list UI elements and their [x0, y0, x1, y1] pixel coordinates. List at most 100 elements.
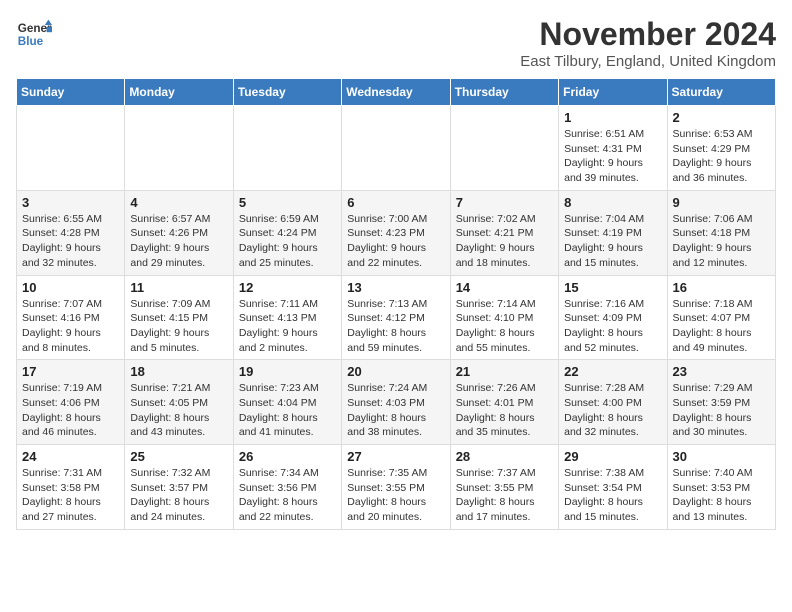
day-number: 18 [130, 364, 227, 379]
day-number: 14 [456, 280, 553, 295]
day-detail: Sunrise: 7:21 AM Sunset: 4:05 PM Dayligh… [130, 381, 227, 440]
calendar-cell: 16 Sunrise: 7:18 AM Sunset: 4:07 PM Dayli… [667, 275, 775, 360]
calendar-week-row: 10 Sunrise: 7:07 AM Sunset: 4:16 PM Dayli… [17, 275, 776, 360]
day-number: 6 [347, 195, 444, 210]
day-detail: Sunrise: 7:28 AM Sunset: 4:00 PM Dayligh… [564, 381, 661, 440]
day-number: 21 [456, 364, 553, 379]
day-number: 15 [564, 280, 661, 295]
calendar-cell [233, 106, 341, 191]
calendar-week-row: 1Sunrise: 6:51 AM Sunset: 4:31 PM Daylig… [17, 106, 776, 191]
logo-icon: General Blue [16, 16, 52, 52]
calendar-cell: 1Sunrise: 6:51 AM Sunset: 4:31 PM Daylig… [559, 106, 667, 191]
calendar-cell: 8 Sunrise: 7:04 AM Sunset: 4:19 PM Daylig… [559, 190, 667, 275]
calendar-cell [17, 106, 125, 191]
calendar-cell [125, 106, 233, 191]
day-detail: Sunrise: 6:53 AM Sunset: 4:29 PM Dayligh… [673, 127, 770, 186]
day-number: 4 [130, 195, 227, 210]
column-header-monday: Monday [125, 79, 233, 106]
day-detail: Sunrise: 7:16 AM Sunset: 4:09 PM Dayligh… [564, 297, 661, 356]
day-number: 11 [130, 280, 227, 295]
column-header-saturday: Saturday [667, 79, 775, 106]
calendar-cell: 27Sunrise: 7:35 AM Sunset: 3:55 PM Dayli… [342, 445, 450, 530]
calendar-cell: 21 Sunrise: 7:26 AM Sunset: 4:01 PM Dayli… [450, 360, 558, 445]
day-number: 25 [130, 449, 227, 464]
calendar-cell: 4 Sunrise: 6:57 AM Sunset: 4:26 PM Daylig… [125, 190, 233, 275]
day-detail: Sunrise: 7:19 AM Sunset: 4:06 PM Dayligh… [22, 381, 119, 440]
day-detail: Sunrise: 7:37 AM Sunset: 3:55 PM Dayligh… [456, 466, 553, 525]
calendar-cell: 13 Sunrise: 7:13 AM Sunset: 4:12 PM Dayli… [342, 275, 450, 360]
column-header-sunday: Sunday [17, 79, 125, 106]
day-detail: Sunrise: 7:18 AM Sunset: 4:07 PM Dayligh… [673, 297, 770, 356]
month-title: November 2024 [520, 16, 776, 53]
day-number: 29 [564, 449, 661, 464]
calendar-cell: 19 Sunrise: 7:23 AM Sunset: 4:04 PM Dayli… [233, 360, 341, 445]
page-header: General Blue November 2024 East Tilbury,… [16, 16, 776, 70]
day-detail: Sunrise: 7:00 AM Sunset: 4:23 PM Dayligh… [347, 212, 444, 271]
day-number: 12 [239, 280, 336, 295]
day-number: 10 [22, 280, 119, 295]
day-detail: Sunrise: 7:35 AM Sunset: 3:55 PM Dayligh… [347, 466, 444, 525]
calendar-cell: 22Sunrise: 7:28 AM Sunset: 4:00 PM Dayli… [559, 360, 667, 445]
logo: General Blue [16, 16, 52, 52]
calendar-cell: 23 Sunrise: 7:29 AM Sunset: 3:59 PM Dayli… [667, 360, 775, 445]
day-number: 8 [564, 195, 661, 210]
calendar-cell: 5 Sunrise: 6:59 AM Sunset: 4:24 PM Daylig… [233, 190, 341, 275]
day-detail: Sunrise: 7:09 AM Sunset: 4:15 PM Dayligh… [130, 297, 227, 356]
day-detail: Sunrise: 7:29 AM Sunset: 3:59 PM Dayligh… [673, 381, 770, 440]
calendar-cell: 30Sunrise: 7:40 AM Sunset: 3:53 PM Dayli… [667, 445, 775, 530]
day-detail: Sunrise: 7:31 AM Sunset: 3:58 PM Dayligh… [22, 466, 119, 525]
calendar-cell: 11 Sunrise: 7:09 AM Sunset: 4:15 PM Dayli… [125, 275, 233, 360]
calendar-week-row: 3 Sunrise: 6:55 AM Sunset: 4:28 PM Daylig… [17, 190, 776, 275]
day-detail: Sunrise: 7:02 AM Sunset: 4:21 PM Dayligh… [456, 212, 553, 271]
day-number: 28 [456, 449, 553, 464]
day-detail: Sunrise: 7:23 AM Sunset: 4:04 PM Dayligh… [239, 381, 336, 440]
day-detail: Sunrise: 6:55 AM Sunset: 4:28 PM Dayligh… [22, 212, 119, 271]
day-number: 13 [347, 280, 444, 295]
column-header-thursday: Thursday [450, 79, 558, 106]
calendar-cell: 26 Sunrise: 7:34 AM Sunset: 3:56 PM Dayli… [233, 445, 341, 530]
calendar-week-row: 17Sunrise: 7:19 AM Sunset: 4:06 PM Dayli… [17, 360, 776, 445]
day-number: 1 [564, 110, 661, 125]
calendar-cell [450, 106, 558, 191]
title-area: November 2024 East Tilbury, England, Uni… [520, 16, 776, 70]
svg-text:Blue: Blue [18, 35, 44, 48]
calendar-cell: 14 Sunrise: 7:14 AM Sunset: 4:10 PM Dayli… [450, 275, 558, 360]
day-detail: Sunrise: 6:59 AM Sunset: 4:24 PM Dayligh… [239, 212, 336, 271]
day-number: 24 [22, 449, 119, 464]
day-number: 16 [673, 280, 770, 295]
location-title: East Tilbury, England, United Kingdom [520, 53, 776, 70]
day-number: 23 [673, 364, 770, 379]
day-detail: Sunrise: 7:32 AM Sunset: 3:57 PM Dayligh… [130, 466, 227, 525]
day-number: 7 [456, 195, 553, 210]
calendar-cell: 28 Sunrise: 7:37 AM Sunset: 3:55 PM Dayli… [450, 445, 558, 530]
day-detail: Sunrise: 7:14 AM Sunset: 4:10 PM Dayligh… [456, 297, 553, 356]
day-detail: Sunrise: 7:07 AM Sunset: 4:16 PM Dayligh… [22, 297, 119, 356]
day-detail: Sunrise: 7:26 AM Sunset: 4:01 PM Dayligh… [456, 381, 553, 440]
calendar-cell: 7 Sunrise: 7:02 AM Sunset: 4:21 PM Daylig… [450, 190, 558, 275]
day-detail: Sunrise: 7:34 AM Sunset: 3:56 PM Dayligh… [239, 466, 336, 525]
calendar-cell: 3 Sunrise: 6:55 AM Sunset: 4:28 PM Daylig… [17, 190, 125, 275]
day-number: 2 [673, 110, 770, 125]
day-detail: Sunrise: 7:04 AM Sunset: 4:19 PM Dayligh… [564, 212, 661, 271]
calendar-cell: 2 Sunrise: 6:53 AM Sunset: 4:29 PM Daylig… [667, 106, 775, 191]
calendar-cell [342, 106, 450, 191]
calendar-table: SundayMondayTuesdayWednesdayThursdayFrid… [16, 78, 776, 530]
calendar-cell: 25 Sunrise: 7:32 AM Sunset: 3:57 PM Dayli… [125, 445, 233, 530]
calendar-cell: 18 Sunrise: 7:21 AM Sunset: 4:05 PM Dayli… [125, 360, 233, 445]
day-number: 19 [239, 364, 336, 379]
day-detail: Sunrise: 7:13 AM Sunset: 4:12 PM Dayligh… [347, 297, 444, 356]
day-number: 3 [22, 195, 119, 210]
day-number: 26 [239, 449, 336, 464]
day-detail: Sunrise: 6:57 AM Sunset: 4:26 PM Dayligh… [130, 212, 227, 271]
calendar-cell: 12Sunrise: 7:11 AM Sunset: 4:13 PM Dayli… [233, 275, 341, 360]
day-detail: Sunrise: 7:38 AM Sunset: 3:54 PM Dayligh… [564, 466, 661, 525]
calendar-cell: 20Sunrise: 7:24 AM Sunset: 4:03 PM Dayli… [342, 360, 450, 445]
day-detail: Sunrise: 7:24 AM Sunset: 4:03 PM Dayligh… [347, 381, 444, 440]
day-number: 5 [239, 195, 336, 210]
calendar-week-row: 24 Sunrise: 7:31 AM Sunset: 3:58 PM Dayli… [17, 445, 776, 530]
calendar-cell: 9Sunrise: 7:06 AM Sunset: 4:18 PM Daylig… [667, 190, 775, 275]
calendar-header-row: SundayMondayTuesdayWednesdayThursdayFrid… [17, 79, 776, 106]
day-detail: Sunrise: 7:40 AM Sunset: 3:53 PM Dayligh… [673, 466, 770, 525]
calendar-cell: 6 Sunrise: 7:00 AM Sunset: 4:23 PM Daylig… [342, 190, 450, 275]
calendar-cell: 24 Sunrise: 7:31 AM Sunset: 3:58 PM Dayli… [17, 445, 125, 530]
